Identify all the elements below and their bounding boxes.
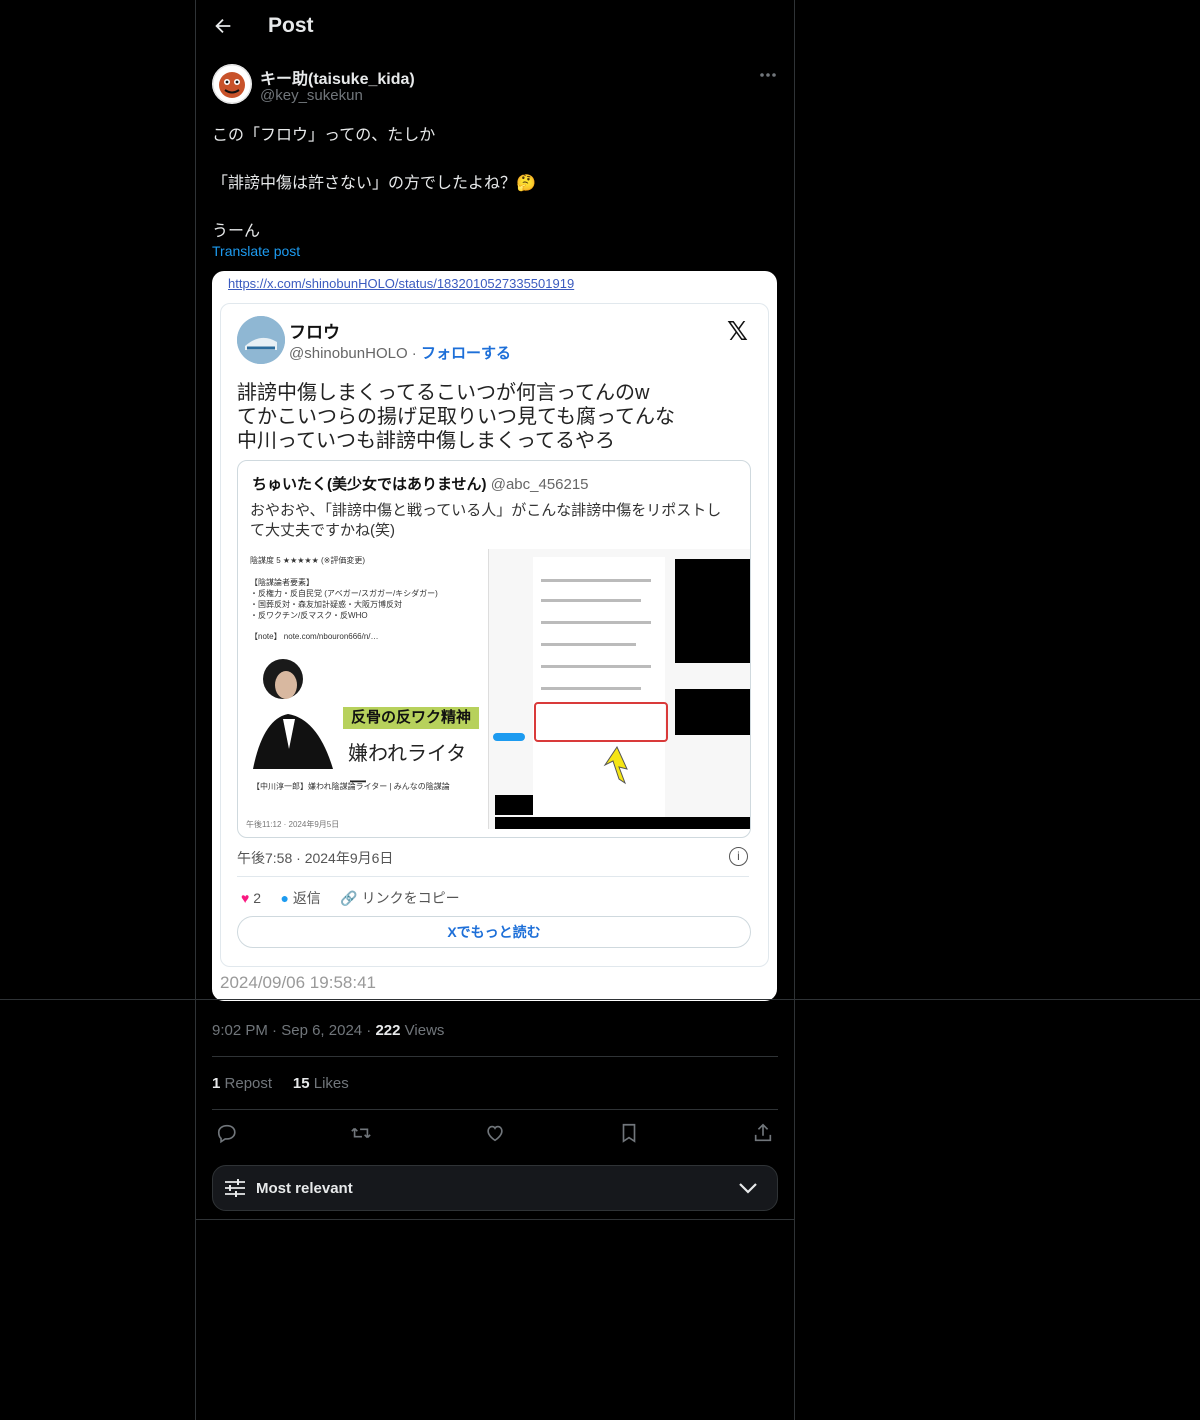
- divider: [237, 876, 749, 877]
- repost-button[interactable]: [350, 1122, 372, 1144]
- post-meta: 9:02 PM · Sep 6, 2024 · 222 Views: [212, 1022, 445, 1039]
- quote-right-screenshot: [488, 549, 750, 829]
- quote-handle: @abc_456215: [490, 476, 589, 493]
- embed-follow: フォローする: [420, 345, 511, 362]
- author-display-name[interactable]: キー助(taisuke_kida): [260, 65, 415, 89]
- translate-post-link[interactable]: Translate post: [212, 243, 300, 259]
- bookmark-button[interactable]: [618, 1122, 640, 1144]
- link-icon: 🔗: [340, 890, 358, 906]
- panel-line: ・反ワクチン/反マスク・反WHO: [250, 611, 368, 620]
- reposts-stat[interactable]: 1 Repost: [212, 1075, 272, 1092]
- reposts-count: 1: [212, 1075, 221, 1092]
- more-icon: [760, 73, 776, 77]
- reply-icon: [217, 1124, 236, 1144]
- back-button[interactable]: [212, 15, 234, 37]
- panel-line: 【陰謀論者要素】: [250, 578, 314, 587]
- embed-name: フロウ: [289, 323, 340, 342]
- share-icon: [754, 1123, 772, 1142]
- embed-handle: @shinobunHOLO: [289, 345, 408, 362]
- image-url-text: https://x.com/shinobunHOLO/status/183201…: [228, 276, 575, 291]
- tweet-text-line: うーん: [212, 223, 261, 240]
- speech-bubble-icon: ●: [280, 890, 289, 906]
- page-title: Post: [268, 14, 314, 37]
- avatar[interactable]: [212, 64, 252, 104]
- more-options-button[interactable]: [757, 66, 779, 84]
- sort-label: Most relevant: [256, 1180, 353, 1197]
- chevron-down-icon: [739, 1183, 757, 1194]
- info-icon: i: [729, 847, 748, 866]
- embed-like-count: 2: [253, 890, 261, 906]
- views-count: 222: [375, 1022, 401, 1039]
- reply-sort-dropdown[interactable]: Most relevant: [212, 1165, 778, 1211]
- person-photo: [248, 649, 338, 769]
- sliders-icon: [225, 1179, 245, 1197]
- arrow-left-icon: [215, 18, 231, 34]
- quote-author: ちゅいたく(美少女ではありません) @abc_456215: [252, 473, 589, 494]
- post-date[interactable]: Sep 6, 2024: [281, 1022, 362, 1039]
- likes-stat[interactable]: 15 Likes: [293, 1075, 349, 1092]
- author-handle[interactable]: @key_sukekun: [260, 87, 363, 104]
- bookmark-icon: [622, 1123, 636, 1143]
- like-icon: [487, 1125, 503, 1142]
- divider: [212, 1056, 778, 1057]
- embed-text-line: 中川っていつも誹謗中傷しまくってるやろ: [237, 430, 615, 452]
- attached-image[interactable]: https://x.com/shinobunHOLO/status/183201…: [212, 271, 777, 1001]
- quote-left-panel: 陰謀度 5 ★★★★★ (※評価変更) 【陰謀論者要素】 ・反権力・反自民党 (…: [246, 549, 480, 829]
- banner-top: 反骨の反ワク精神: [343, 707, 479, 729]
- views-label: Views: [404, 1022, 445, 1039]
- panel-line: ・国葬反対・森友加計疑惑・大阪万博反対: [250, 600, 402, 609]
- repost-icon: [351, 1127, 371, 1139]
- quoted-tweet: ちゅいたく(美少女ではありません) @abc_456215 おやおや、「誹謗中傷…: [237, 460, 751, 838]
- quote-text-line: て大丈夫ですかね(笑): [250, 522, 395, 539]
- likes-count: 15: [292, 1075, 310, 1092]
- panel-line: ・反権力・反自民党 (アベガー/スガガー/キシダガー): [250, 589, 438, 598]
- post-stats: 1 Repost 15 Likes: [212, 1075, 349, 1092]
- embedded-tweet: フロウ @shinobunHOLO · フォローする 𝕏 誹謗中傷しまくってるこ…: [220, 303, 769, 967]
- divider: [195, 1219, 795, 1220]
- x-logo-icon: 𝕏: [727, 316, 748, 346]
- embed-actions: ♥ 2 ● 返信 🔗 リンクをコピー: [241, 888, 460, 908]
- panel-line: 陰謀度 5 ★★★★★ (※評価変更): [250, 556, 366, 565]
- embed-read-more: Xでもっと読む: [237, 916, 751, 948]
- divider: [212, 1109, 778, 1110]
- post-time[interactable]: 9:02 PM: [212, 1022, 268, 1039]
- reply-button[interactable]: [216, 1122, 238, 1144]
- divider: [0, 999, 1200, 1000]
- reposts-label: Repost: [224, 1075, 273, 1092]
- tweet-text-line: 「誹謗中傷は許さない」の方でしたよね？🤔: [212, 175, 536, 192]
- embed-copy-link: リンクをコピー: [361, 890, 460, 906]
- tweet-text-line: この「フロウ」っての、たしか: [212, 127, 436, 144]
- capture-timestamp: 2024/09/06 19:58:41: [220, 973, 376, 992]
- embed-date: 午後7:58 · 2024年9月6日: [237, 850, 394, 866]
- heart-icon: ♥: [241, 890, 250, 906]
- embed-reply: 返信: [292, 890, 321, 906]
- share-button[interactable]: [752, 1122, 774, 1144]
- likes-label: Likes: [313, 1075, 349, 1092]
- quote-name: ちゅいたく(美少女ではありません): [252, 476, 487, 493]
- panel-timestamp: 午後11:12 · 2024年9月5日: [246, 820, 340, 829]
- quote-text-line: おやおや、「誹謗中傷と戦っている人」がこんな誹謗中傷をリポストし: [250, 502, 722, 519]
- panel-line: 【note】 note.com/nbouron666/n/…: [250, 632, 379, 641]
- embed-avatar: [237, 316, 285, 364]
- panel-footer: 【中川淳一郎】嫌われ陰謀論ライター | みんなの陰謀論: [252, 782, 450, 791]
- like-button[interactable]: [484, 1122, 506, 1144]
- embed-handle-row: @shinobunHOLO · フォローする: [289, 345, 511, 362]
